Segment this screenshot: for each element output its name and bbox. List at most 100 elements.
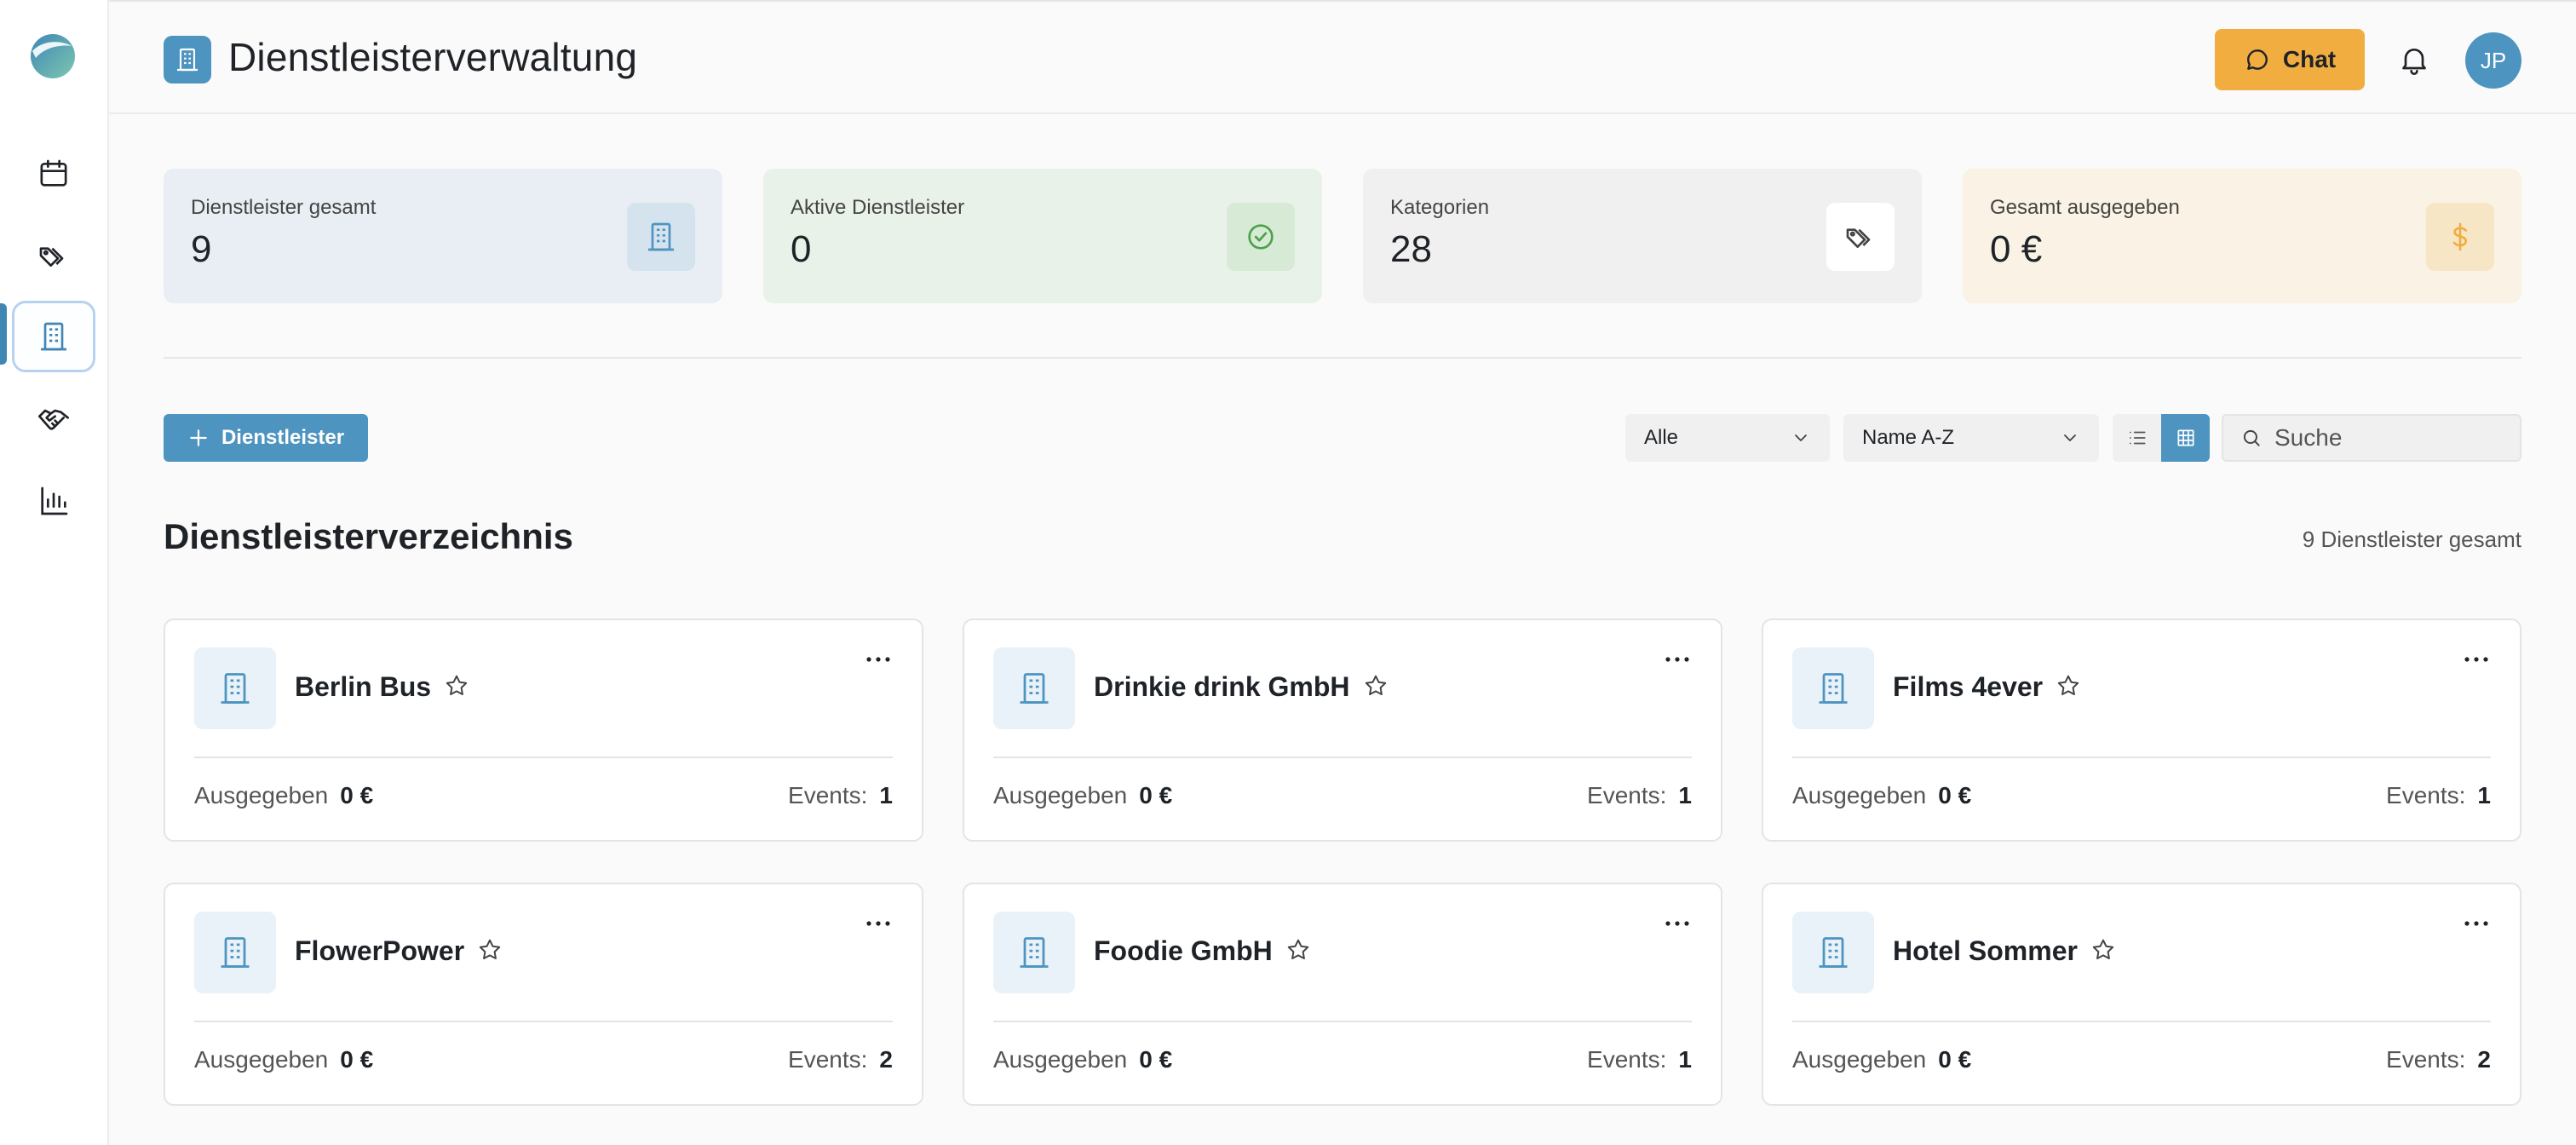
more-options-icon[interactable]: [864, 653, 893, 666]
vendor-card[interactable]: Foodie GmbH Ausgegeben 0 € Events: 1: [963, 883, 1722, 1106]
stat-card-active: Aktive Dienstleister 0: [763, 169, 1322, 303]
star-icon[interactable]: [2055, 672, 2082, 699]
events-label: Events:: [1587, 1046, 1667, 1073]
stat-value: 9: [191, 228, 212, 270]
vendor-spent: Ausgegeben 0 €: [194, 782, 373, 809]
stat-card-spent: Gesamt ausgegeben 0 €: [1963, 169, 2521, 303]
vendor-name: Foodie GmbH: [1094, 935, 1273, 966]
stat-value: 0: [791, 228, 812, 270]
tags-icon: [1846, 228, 1871, 248]
stat-value: 0 €: [1990, 228, 2043, 270]
sidebar-item-vendors[interactable]: [12, 301, 95, 372]
events-label: Events:: [2386, 782, 2466, 808]
grid-icon: [2176, 429, 2194, 446]
building-icon: [1020, 673, 1049, 704]
vendor-name-row: FlowerPower: [295, 935, 503, 967]
sidebar-item-tags[interactable]: [12, 220, 95, 291]
vendor-events: Events: 1: [788, 782, 893, 809]
stat-icon-box: [627, 203, 695, 271]
view-toggle: [2113, 414, 2210, 462]
grid-view-button[interactable]: [2161, 414, 2210, 462]
chat-button-label: Chat: [2282, 46, 2337, 72]
vendor-events: Events: 2: [788, 1046, 893, 1073]
add-vendor-button[interactable]: Dienstleister: [164, 414, 368, 462]
star-icon[interactable]: [476, 936, 503, 964]
star-icon[interactable]: [1285, 936, 1312, 964]
events-value: 2: [879, 1046, 893, 1073]
topbar: Dienstleisterverwaltung Chat JP: [109, 0, 2576, 114]
chevron-down-icon: [1795, 434, 1807, 441]
vendor-spent: Ausgegeben 0 €: [993, 1046, 1172, 1073]
sidebar-item-partners[interactable]: [12, 383, 95, 455]
sort-select-value: Name A-Z: [1862, 426, 1955, 449]
filter-select[interactable]: Alle: [1625, 414, 1830, 462]
page-title-icon: [164, 36, 211, 83]
sidebar-item-analytics[interactable]: [12, 465, 95, 537]
vendor-name-row: Drinkie drink GmbH: [1094, 671, 1389, 703]
check-circle-icon: [1248, 224, 1274, 250]
main-content: Dienstleisterverwaltung Chat JP Dienstle…: [109, 0, 2576, 1145]
spent-value: 0 €: [1938, 1046, 1972, 1073]
bell-icon[interactable]: [2397, 43, 2431, 77]
more-options-icon[interactable]: [2462, 653, 2491, 666]
stat-label: Kategorien: [1390, 196, 1490, 219]
building-icon: [1020, 937, 1049, 968]
stat-card-categories: Kategorien 28: [1363, 169, 1922, 303]
vendor-icon-box: [993, 647, 1075, 729]
vendor-icon-box: [1792, 912, 1874, 993]
card-divider: [194, 1021, 893, 1022]
sidebar-item-calendar[interactable]: [12, 138, 95, 210]
vendor-name-row: Foodie GmbH: [1094, 935, 1312, 967]
stat-label: Gesamt ausgegeben: [1990, 196, 2180, 219]
building-icon: [1819, 673, 1848, 704]
vendor-spent: Ausgegeben 0 €: [194, 1046, 373, 1073]
search-input[interactable]: [2274, 424, 2513, 452]
chat-button[interactable]: Chat: [2215, 29, 2365, 90]
search-icon: [2243, 429, 2260, 446]
more-options-icon[interactable]: [2462, 917, 2491, 930]
dollar-icon: [2452, 222, 2468, 251]
vendor-spent: Ausgegeben 0 €: [993, 782, 1172, 809]
vendor-events: Events: 2: [2386, 1046, 2491, 1073]
more-options-icon[interactable]: [1663, 653, 1692, 666]
vendor-card[interactable]: Drinkie drink GmbH Ausgegeben 0 € Events:…: [963, 619, 1722, 842]
sort-select[interactable]: Name A-Z: [1843, 414, 2099, 462]
vendor-name: Hotel Sommer: [1893, 935, 2078, 966]
active-nav-indicator: [0, 303, 7, 365]
vendor-card[interactable]: Berlin Bus Ausgegeben 0 € Events: 1: [164, 619, 923, 842]
card-divider: [194, 757, 893, 758]
vendor-card[interactable]: Films 4ever Ausgegeben 0 € Events: 1: [1762, 619, 2521, 842]
app-logo[interactable]: [29, 32, 77, 80]
vendor-card[interactable]: Hotel Sommer Ausgegeben 0 € Events: 2: [1762, 883, 2521, 1106]
user-avatar[interactable]: JP: [2465, 32, 2521, 89]
spent-label: Ausgegeben: [993, 782, 1128, 808]
more-options-icon[interactable]: [1663, 917, 1692, 930]
plus-icon: [190, 429, 207, 446]
card-divider: [993, 1021, 1692, 1022]
card-divider: [1792, 757, 2491, 758]
stat-label: Aktive Dienstleister: [791, 196, 965, 219]
tags-icon: [39, 247, 64, 267]
chevron-down-icon: [2064, 434, 2076, 441]
search-box: [2222, 414, 2521, 462]
star-icon[interactable]: [2090, 936, 2117, 964]
more-options-icon[interactable]: [864, 917, 893, 930]
events-value: 2: [2477, 1046, 2491, 1073]
building-icon: [1819, 937, 1848, 968]
card-divider: [993, 757, 1692, 758]
building-icon: [648, 222, 674, 251]
events-value: 1: [1678, 1046, 1692, 1073]
vendor-name: Drinkie drink GmbH: [1094, 671, 1350, 702]
spent-label: Ausgegeben: [1792, 782, 1927, 808]
list-view-button[interactable]: [2113, 414, 2161, 462]
spent-value: 0 €: [1139, 782, 1173, 808]
vendor-card[interactable]: FlowerPower Ausgegeben 0 € Events: 2: [164, 883, 923, 1106]
star-icon[interactable]: [443, 672, 470, 699]
vendor-icon-box: [194, 912, 276, 993]
star-icon[interactable]: [1362, 672, 1389, 699]
vendor-events: Events: 1: [1587, 782, 1692, 809]
vendor-name: Berlin Bus: [295, 671, 432, 702]
events-label: Events:: [788, 1046, 868, 1073]
spent-value: 0 €: [340, 1046, 374, 1073]
stat-label: Dienstleister gesamt: [191, 196, 377, 219]
